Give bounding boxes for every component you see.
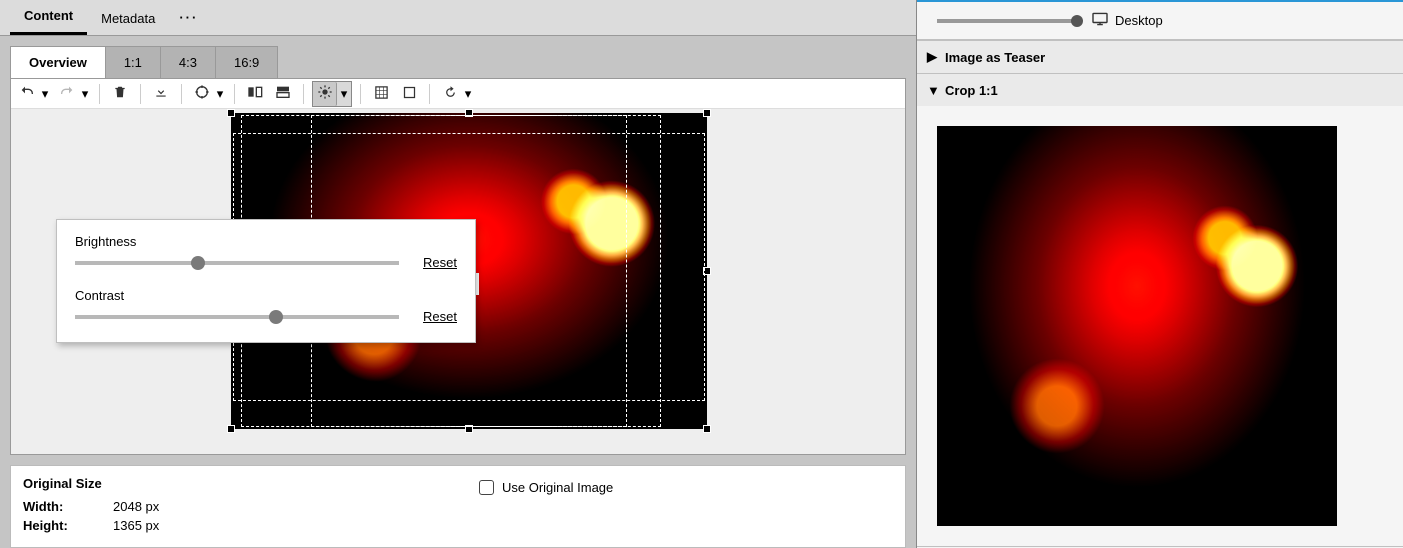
toolbar-separator bbox=[140, 84, 141, 104]
subtab-overview[interactable]: Overview bbox=[10, 46, 106, 78]
contrast-reset-link[interactable]: Reset bbox=[423, 309, 457, 324]
download-icon bbox=[154, 85, 168, 102]
undo-button[interactable] bbox=[15, 82, 39, 106]
image-canvas[interactable]: Brightness Reset Contrast bbox=[11, 109, 905, 454]
brightness-slider-thumb[interactable] bbox=[191, 256, 205, 270]
image-info-panel: Original Size Width: 2048 px Height: 1365 … bbox=[10, 465, 906, 548]
crop-grid-icon bbox=[374, 85, 389, 103]
flip-vertical-icon bbox=[275, 85, 291, 102]
focus-dropdown-caret-icon[interactable]: ▾ bbox=[214, 82, 226, 106]
accordion-image-as-teaser: ▶ Image as Teaser bbox=[917, 40, 1403, 73]
toolbar-separator bbox=[181, 84, 182, 104]
accordion-title-teaser: Image as Teaser bbox=[945, 50, 1045, 65]
brightness-slider[interactable] bbox=[75, 261, 399, 265]
toolbar-separator bbox=[99, 84, 100, 104]
redo-icon bbox=[59, 84, 75, 103]
accordion-crop-1-1: ▼ Crop 1:1 bbox=[917, 73, 1403, 547]
brightness-contrast-button[interactable] bbox=[313, 82, 337, 106]
redo-button bbox=[55, 82, 79, 106]
undo-icon bbox=[19, 84, 35, 103]
redo-dropdown-caret-icon: ▾ bbox=[79, 82, 91, 106]
toolbar-separator bbox=[303, 84, 304, 104]
subtab-16-9[interactable]: 16:9 bbox=[215, 46, 278, 78]
subtab-1-1[interactable]: 1:1 bbox=[105, 46, 161, 78]
accordion-header-teaser[interactable]: ▶ Image as Teaser bbox=[917, 41, 1403, 73]
toolbar-separator bbox=[234, 84, 235, 104]
contrast-slider-thumb[interactable] bbox=[269, 310, 283, 324]
image-toolbar: ▾ ▾ ▾ bbox=[11, 79, 905, 109]
toolbar-separator bbox=[360, 84, 361, 104]
width-value: 2048 px bbox=[113, 499, 159, 514]
editor-panel: ▾ ▾ ▾ bbox=[10, 78, 906, 455]
height-value: 1365 px bbox=[113, 518, 159, 533]
brightness-dropdown-caret-icon[interactable]: ▾ bbox=[337, 86, 351, 102]
brightness-contrast-group: ▾ bbox=[312, 81, 352, 107]
chevron-right-icon: ▶ bbox=[927, 49, 937, 65]
device-preview-slider-row: Desktop bbox=[917, 2, 1403, 40]
subtab-4-3[interactable]: 4:3 bbox=[160, 46, 216, 78]
main-tabs: Content Metadata ··· bbox=[0, 0, 916, 36]
tab-metadata[interactable]: Metadata bbox=[87, 1, 169, 35]
focus-icon bbox=[194, 84, 210, 103]
rotate-dropdown-caret-icon[interactable]: ▾ bbox=[462, 82, 474, 106]
device-label: Desktop bbox=[1115, 13, 1163, 28]
editor-left-panel: Content Metadata ··· Overview 1:1 4:3 16… bbox=[0, 0, 917, 548]
use-original-label: Use Original Image bbox=[502, 480, 613, 495]
flip-horizontal-icon bbox=[247, 85, 263, 102]
accordion-body-crop11 bbox=[917, 106, 1403, 546]
chevron-down-icon: ▼ bbox=[927, 83, 937, 98]
crop-grid-button[interactable] bbox=[369, 82, 393, 106]
crop-preview-1-1 bbox=[937, 126, 1337, 526]
brightness-icon bbox=[317, 84, 333, 103]
use-original-checkbox[interactable] bbox=[479, 480, 494, 495]
crop-free-icon bbox=[402, 85, 417, 103]
accordion-title-crop11: Crop 1:1 bbox=[945, 83, 998, 98]
focus-point-button[interactable] bbox=[190, 82, 214, 106]
crop-free-button[interactable] bbox=[397, 82, 421, 106]
rotate-icon bbox=[443, 85, 458, 103]
device-slider-thumb[interactable] bbox=[1071, 15, 1083, 27]
contrast-label: Contrast bbox=[75, 288, 457, 303]
brightness-contrast-popup: Brightness Reset Contrast bbox=[56, 219, 476, 343]
trash-button[interactable] bbox=[108, 82, 132, 106]
contrast-slider[interactable] bbox=[75, 315, 399, 319]
preview-right-panel: Desktop ▶ Image as Teaser ▼ Crop 1:1 bbox=[917, 0, 1403, 548]
undo-dropdown-caret-icon[interactable]: ▾ bbox=[39, 82, 51, 106]
toolbar-separator bbox=[429, 84, 430, 104]
device-slider[interactable] bbox=[937, 19, 1077, 23]
desktop-icon bbox=[1091, 12, 1109, 29]
accordion-header-crop11[interactable]: ▼ Crop 1:1 bbox=[917, 74, 1403, 106]
height-label: Height: bbox=[23, 518, 83, 533]
brightness-reset-link[interactable]: Reset bbox=[423, 255, 457, 270]
brightness-label: Brightness bbox=[75, 234, 457, 249]
flip-vertical-button[interactable] bbox=[271, 82, 295, 106]
original-size-block: Original Size Width: 2048 px Height: 1365 … bbox=[23, 476, 159, 537]
original-size-title: Original Size bbox=[23, 476, 159, 491]
width-label: Width: bbox=[23, 499, 83, 514]
tab-more-dots-icon[interactable]: ··· bbox=[169, 0, 208, 35]
flip-horizontal-button[interactable] bbox=[243, 82, 267, 106]
download-button[interactable] bbox=[149, 82, 173, 106]
tab-content[interactable]: Content bbox=[10, 0, 87, 35]
content-area: Overview 1:1 4:3 16:9 ▾ ▾ bbox=[0, 36, 916, 548]
trash-icon bbox=[113, 85, 127, 102]
crop-ratio-tabs: Overview 1:1 4:3 16:9 bbox=[10, 46, 906, 78]
rotate-button[interactable] bbox=[438, 82, 462, 106]
